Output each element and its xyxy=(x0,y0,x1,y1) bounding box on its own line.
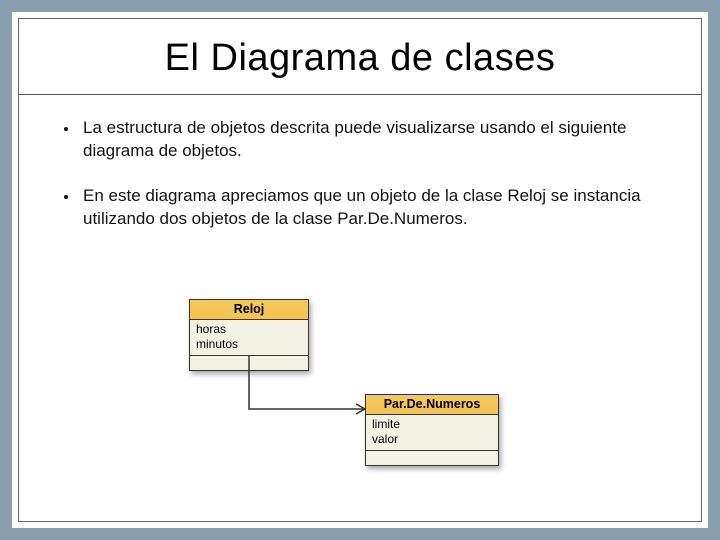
bullet-item: La estructura de objetos descrita puede … xyxy=(79,117,673,163)
bullet-item: En este diagrama apreciamos que un objet… xyxy=(79,185,673,231)
title-divider xyxy=(19,94,701,95)
uml-attribute: limite xyxy=(372,417,492,432)
slide-outer-frame: El Diagrama de clases La estructura de o… xyxy=(0,0,720,540)
slide-title: El Diagrama de clases xyxy=(19,37,701,80)
uml-class-name: Par.De.Numeros xyxy=(366,395,498,415)
uml-class-operations xyxy=(366,451,498,465)
slide-inner-frame: El Diagrama de clases La estructura de o… xyxy=(18,18,702,522)
uml-class-name: Reloj xyxy=(190,300,308,320)
uml-attribute: valor xyxy=(372,432,492,447)
bullet-list: La estructura de objetos descrita puede … xyxy=(19,117,701,231)
uml-attribute: horas xyxy=(196,322,302,337)
uml-diagram: Reloj horas minutos Par.De.Numeros limit… xyxy=(189,299,519,479)
uml-class-pardenumeros: Par.De.Numeros limite valor xyxy=(365,394,499,466)
uml-class-attributes: limite valor xyxy=(366,415,498,451)
